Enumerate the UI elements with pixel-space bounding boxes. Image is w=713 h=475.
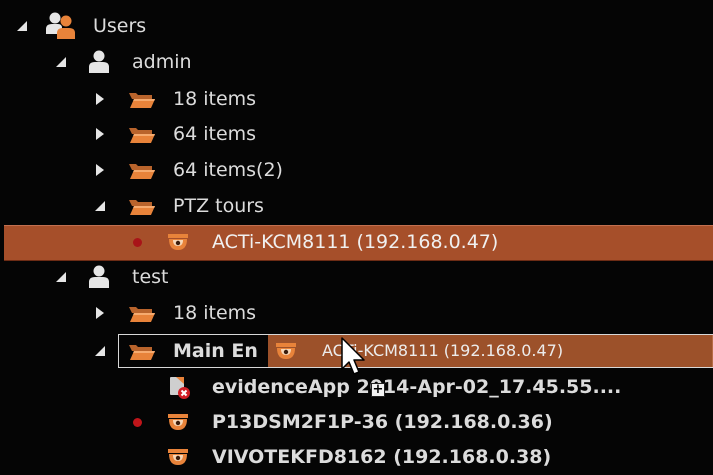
tree-node-label: VIVOTEKFD8162 (192.168.0.38): [212, 446, 552, 468]
folder-icon: [128, 341, 156, 361]
mouse-cursor-icon: [341, 337, 367, 377]
tree-node-label: 18 items: [173, 302, 257, 324]
tree-node-label: Main En: [173, 340, 258, 362]
collapse-arrow-icon[interactable]: [16, 20, 28, 32]
tree-node-camera[interactable]: VIVOTEKFD8162 (192.168.0.38): [0, 439, 713, 475]
drag-ghost-item: ACTi-KCM8111 (192.168.0.47): [268, 335, 713, 367]
status-dot-icon: [133, 418, 142, 427]
folder-icon: [128, 160, 156, 180]
tree-node-label: 64 items: [173, 123, 257, 145]
tree-node-folder[interactable]: 64 items(2): [0, 152, 713, 188]
tree-node-camera[interactable]: P13DSM2F1P-36 (192.168.0.36): [0, 404, 713, 440]
tree-node-folder[interactable]: 64 items: [0, 116, 713, 152]
tree-node-label: evidenceApp 2014-Apr-02_17.45.55....: [212, 376, 622, 398]
evidence-file-error-icon: [166, 374, 192, 400]
tree-node-label: admin: [132, 51, 192, 73]
user-icon: [88, 50, 110, 74]
copy-plus-icon: +: [371, 382, 385, 397]
tree-node-folder[interactable]: 18 items: [0, 295, 713, 331]
expand-arrow-icon[interactable]: [94, 128, 106, 140]
tree-node-label: P13DSM2F1P-36 (192.168.0.36): [212, 411, 553, 433]
tree-node-test[interactable]: test: [0, 259, 713, 295]
tree-node-label: PTZ tours: [173, 195, 264, 217]
tree-node-label: ACTi-KCM8111 (192.168.0.47): [212, 231, 499, 253]
camera-tree: Users admin 18 items 64 items 64 items(2…: [0, 0, 713, 468]
expand-arrow-icon[interactable]: [94, 93, 106, 105]
tree-node-users[interactable]: Users: [0, 8, 713, 44]
tree-node-label: test: [132, 266, 169, 288]
user-icon: [88, 265, 110, 289]
expand-arrow-icon[interactable]: [94, 164, 106, 176]
folder-icon: [128, 124, 156, 144]
camera-icon: [166, 447, 190, 467]
tree-node-label: 18 items: [173, 88, 257, 110]
collapse-arrow-icon[interactable]: [94, 345, 106, 357]
collapse-arrow-icon[interactable]: [94, 200, 106, 212]
tree-node-camera-selected[interactable]: ACTi-KCM8111 (192.168.0.47): [0, 224, 713, 260]
camera-icon: [166, 232, 190, 252]
tree-node-admin[interactable]: admin: [0, 44, 713, 80]
folder-icon: [128, 303, 156, 323]
status-dot-icon: [133, 238, 142, 247]
tree-node-label: Users: [93, 15, 147, 37]
collapse-arrow-icon[interactable]: [55, 271, 67, 283]
tree-node-label: 64 items(2): [173, 159, 283, 181]
camera-icon: [166, 412, 190, 432]
folder-icon: [128, 196, 156, 216]
users-group-icon: [46, 12, 76, 40]
expand-arrow-icon[interactable]: [94, 307, 106, 319]
tree-node-ptz-tours[interactable]: PTZ tours: [0, 188, 713, 224]
collapse-arrow-icon[interactable]: [55, 56, 67, 68]
camera-icon: [274, 341, 298, 361]
folder-icon: [128, 89, 156, 109]
tree-node-folder[interactable]: 18 items: [0, 81, 713, 117]
